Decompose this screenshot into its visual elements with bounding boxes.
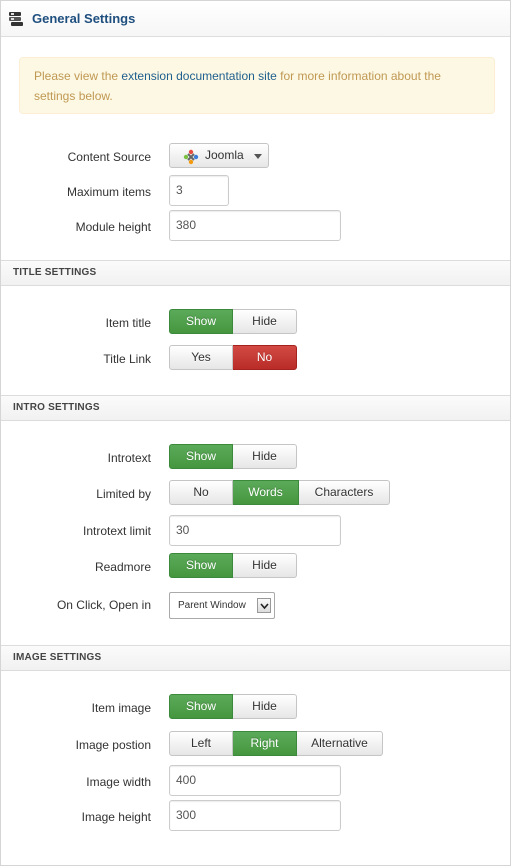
limited-by-characters-button[interactable]: Characters: [299, 480, 390, 505]
introtext-toggle: Show Hide: [169, 444, 297, 469]
intro-settings-header: INTRO SETTINGS: [1, 395, 510, 421]
introtext-limit-label: Introtext limit: [82, 524, 151, 538]
readmore-show-button[interactable]: Show: [169, 553, 233, 578]
open-in-select[interactable]: Parent Window: [169, 592, 275, 619]
image-settings-header: IMAGE SETTINGS: [1, 645, 510, 671]
content-source-label: Content Source: [67, 150, 151, 164]
image-width-input[interactable]: 400: [169, 765, 341, 796]
settings-panel: General Settings Please view the extensi…: [0, 0, 511, 866]
max-items-label: Maximum items: [66, 185, 151, 199]
info-alert: Please view the extension documentation …: [19, 57, 495, 114]
title-link-no-button[interactable]: No: [233, 345, 297, 370]
item-image-toggle: Show Hide: [169, 694, 297, 719]
panel-header: General Settings: [1, 1, 510, 37]
introtext-hide-button[interactable]: Hide: [233, 444, 297, 469]
item-image-show-button[interactable]: Show: [169, 694, 233, 719]
content-source-dropdown[interactable]: Joomla: [169, 143, 269, 168]
limited-by-words-button[interactable]: Words: [233, 480, 299, 505]
open-in-value: Parent Window: [178, 600, 246, 611]
limited-by-toggle: No Words Characters: [169, 480, 390, 505]
introtext-label: Introtext: [107, 451, 151, 465]
limited-by-no-button[interactable]: No: [169, 480, 233, 505]
documentation-link[interactable]: extension documentation site: [121, 69, 276, 83]
readmore-toggle: Show Hide: [169, 553, 297, 578]
introtext-show-button[interactable]: Show: [169, 444, 233, 469]
stack-icon: [8, 11, 24, 27]
item-title-show-button[interactable]: Show: [169, 309, 233, 334]
title-link-label: Title Link: [103, 352, 151, 366]
image-position-right-button[interactable]: Right: [233, 731, 297, 756]
image-height-label: Image height: [81, 810, 151, 824]
panel-title: General Settings: [32, 11, 136, 26]
title-link-toggle: Yes No: [169, 345, 297, 370]
item-title-hide-button[interactable]: Hide: [233, 309, 297, 334]
joomla-icon: [183, 149, 199, 165]
item-image-hide-button[interactable]: Hide: [233, 694, 297, 719]
image-position-left-button[interactable]: Left: [169, 731, 233, 756]
introtext-limit-input[interactable]: 30: [169, 515, 341, 546]
image-position-alternative-button[interactable]: Alternative: [297, 731, 383, 756]
content-source-value: Joomla: [205, 148, 244, 162]
image-position-toggle: Left Right Alternative: [169, 731, 383, 756]
max-items-input[interactable]: 3: [169, 175, 229, 206]
image-width-label: Image width: [86, 775, 151, 789]
readmore-hide-button[interactable]: Hide: [233, 553, 297, 578]
image-position-label: Image postion: [75, 738, 151, 752]
on-click-label: On Click, Open in: [56, 598, 151, 612]
title-settings-header: TITLE SETTINGS: [1, 260, 510, 286]
item-image-label: Item image: [91, 701, 151, 715]
select-arrow-icon: [257, 598, 271, 613]
item-title-toggle: Show Hide: [169, 309, 297, 334]
alert-text-before: Please view the: [34, 69, 122, 83]
chevron-down-icon: [254, 154, 262, 159]
readmore-label: Readmore: [94, 560, 151, 574]
image-height-input[interactable]: 300: [169, 800, 341, 831]
module-height-input[interactable]: 380: [169, 210, 341, 241]
item-title-label: Item title: [105, 316, 151, 330]
limited-by-label: Limited by: [96, 487, 151, 501]
title-link-yes-button[interactable]: Yes: [169, 345, 233, 370]
module-height-label: Module height: [75, 220, 151, 234]
